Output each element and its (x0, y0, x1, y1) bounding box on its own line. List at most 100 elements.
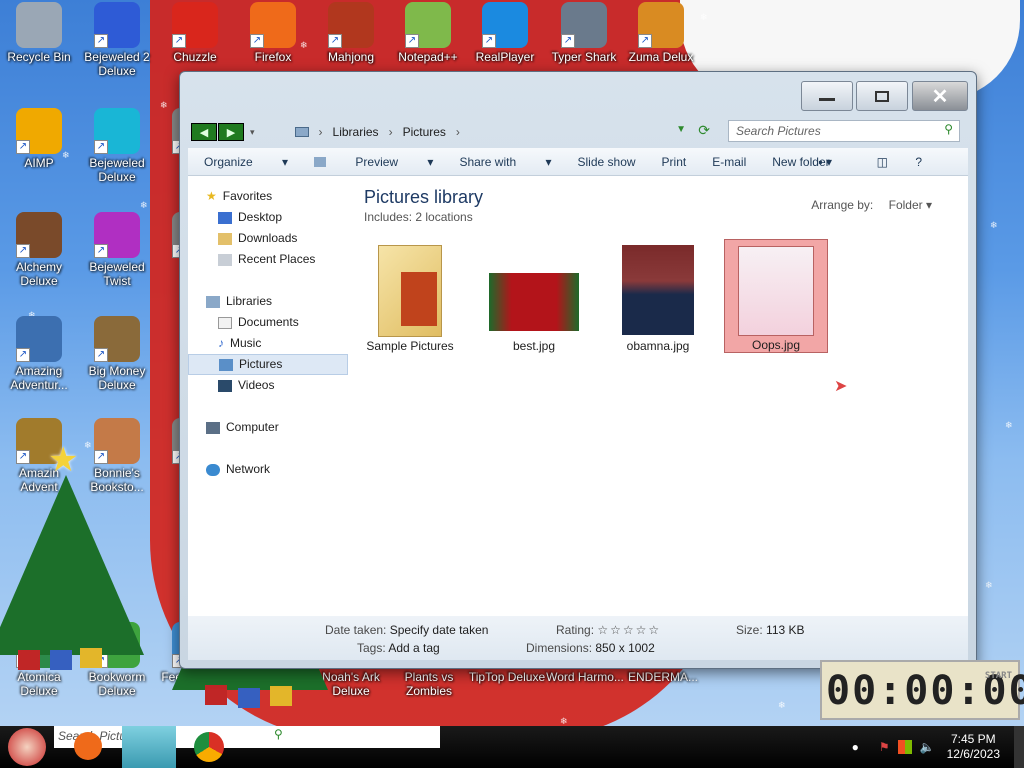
desktop-icon-label: Recycle Bin (7, 50, 71, 64)
desktop-icon-aimp[interactable]: ↗ AIMP (0, 108, 78, 170)
nav-desktop[interactable]: Desktop (188, 207, 348, 228)
explorer-body: ★ Favorites Desktop Downloads Recent Plac… (188, 176, 968, 616)
breadcrumb: › Libraries › Pictures › (294, 125, 460, 139)
desktop-icon-notepad[interactable]: ↗ Notepad++ (389, 2, 467, 64)
recent-places-icon (218, 253, 232, 266)
file-tile-oops[interactable]: Oops.jpg (724, 239, 828, 353)
desktop-icon-amazing-adventur[interactable]: ↗ Amazing Adventur... (0, 316, 78, 392)
nav-pictures[interactable]: Pictures (188, 354, 348, 375)
desktop-icon-big-money-deluxe[interactable]: ↗ Big Money Deluxe (78, 316, 156, 392)
clock-start-label[interactable]: START (985, 670, 1012, 682)
arrange-by[interactable]: Arrange by: Folder ▾ (811, 198, 932, 212)
desktop-icon-label: Typer Shark (551, 50, 617, 64)
navigation-pane: ★ Favorites Desktop Downloads Recent Plac… (188, 176, 348, 616)
desktop-icon-label: Amazing Adventur... (10, 364, 68, 392)
image-thumbnail (489, 273, 579, 331)
search-icon[interactable]: ⚲ (944, 122, 953, 136)
desktop-icon-firefox[interactable]: ↗ Firefox (234, 2, 312, 64)
desktop-icon-label: Atomica Deluxe (17, 670, 61, 698)
shortcut-arrow-icon: ↗ (405, 34, 419, 48)
email-button[interactable]: E-mail (712, 155, 746, 169)
desktop-icon-typer-shark[interactable]: ↗ Typer Shark (545, 2, 623, 64)
desktop-icon-bejeweled-2-deluxe[interactable]: ↗ Bejeweled 2 Deluxe (78, 2, 156, 78)
date-taken-value[interactable]: Specify date taken (390, 623, 489, 637)
file-tile-best[interactable]: best.jpg (482, 239, 586, 353)
rating-stars[interactable]: ☆☆☆☆☆ (597, 623, 661, 637)
app-icon: ↗ (482, 2, 528, 48)
desktop-icon-recycle-bin[interactable]: Recycle Bin (0, 2, 78, 64)
refresh-icon[interactable]: ⟳ (698, 122, 710, 139)
desktop-icon-label: Bejeweled Twist (89, 260, 145, 288)
app-icon: ↗ (561, 2, 607, 48)
firefox-taskbar-icon[interactable] (74, 732, 102, 760)
nav-libraries[interactable]: Libraries (188, 291, 348, 312)
maximize-button[interactable] (856, 81, 908, 111)
desktop-icon (218, 211, 232, 224)
desktop-icon-realplayer[interactable]: ↗ RealPlayer (466, 2, 544, 64)
nav-downloads[interactable]: Downloads (188, 228, 348, 249)
search-input[interactable]: Search Pictures ⚲ (728, 120, 960, 142)
nav-recent-places[interactable]: Recent Places (188, 249, 348, 270)
view-options-icon[interactable]: ▪ ▾ (818, 155, 832, 169)
nav-computer[interactable]: Computer (188, 417, 348, 438)
taskbar: Search Pictu ⚲ ● ⚑ 🔈 7:45 PM12/6/2023 (0, 726, 1024, 768)
app-icon: ↗ (405, 2, 451, 48)
show-desktop-button[interactable] (1014, 726, 1024, 768)
search-icon: ⚲ (274, 727, 283, 741)
desktop-icon-bejeweled-deluxe[interactable]: ↗ Bejeweled Deluxe (78, 108, 156, 184)
explorer-taskbar-icon[interactable] (122, 726, 176, 768)
desktop-icon-chuzzle[interactable]: ↗ Chuzzle (156, 2, 234, 64)
nav-network[interactable]: Network (188, 459, 348, 480)
breadcrumb-pictures[interactable]: Pictures (403, 125, 446, 139)
close-button[interactable]: ✕ (912, 81, 968, 111)
forward-button[interactable]: ▶ (218, 123, 244, 141)
desktop-icon-bejeweled-twist[interactable]: ↗ Bejeweled Twist (78, 212, 156, 288)
desktop-icon-label: Mahjong (327, 50, 375, 64)
computer-icon (206, 421, 220, 434)
clock[interactable]: 7:45 PM 12/6/2023 (947, 732, 1000, 762)
share-with-button[interactable]: Share with ▾ (459, 155, 551, 169)
start-button[interactable] (8, 728, 46, 766)
print-button[interactable]: Print (662, 155, 687, 169)
countdown-clock-widget[interactable]: 00:00:00 START (820, 660, 1024, 720)
taskbar-search[interactable]: Search Pictu ⚲ (54, 726, 440, 748)
nav-videos[interactable]: Videos (188, 375, 348, 396)
file-tile-sample-pictures[interactable]: Sample Pictures (358, 239, 462, 353)
slide-show-button[interactable]: Slide show (578, 155, 636, 169)
nav-documents[interactable]: Documents (188, 312, 348, 333)
windows-update-icon[interactable] (897, 740, 912, 754)
file-list: Pictures library Includes: 2 locations A… (358, 176, 968, 616)
organize-button[interactable]: Organize ▾ (204, 155, 288, 169)
desktop-icon-zuma-delux[interactable]: ↗ Zuma Delux (622, 2, 700, 64)
nav-favorites[interactable]: ★ Favorites (188, 186, 348, 207)
app-icon: ↗ (250, 2, 296, 48)
minimize-icon (819, 97, 835, 101)
flag-icon[interactable]: ⚑ (879, 740, 890, 754)
desktop-icon-mahjong[interactable]: ↗ Mahjong (312, 2, 390, 64)
history-dropdown-icon[interactable]: ▾ (250, 127, 255, 138)
minimize-button[interactable] (801, 81, 853, 111)
address-dropdown-icon[interactable]: ▼ (676, 124, 686, 135)
preview-pane-icon[interactable]: ◫ (877, 155, 888, 169)
help-icon[interactable]: ? (915, 155, 922, 169)
mouse-cursor-icon: ➤ (834, 378, 848, 395)
app-icon: ↗ (638, 2, 684, 48)
preview-button[interactable]: Preview ▾ (314, 155, 433, 169)
desktop-icon-label: TipTop Deluxe (468, 670, 546, 684)
library-subtitle[interactable]: Includes: 2 locations (364, 210, 473, 224)
back-button[interactable]: ◀ (191, 123, 217, 141)
breadcrumb-libraries[interactable]: Libraries (333, 125, 379, 139)
tags-value[interactable]: Add a tag (388, 641, 439, 655)
chrome-taskbar-icon[interactable] (194, 732, 224, 762)
volume-icon[interactable]: 🔈 (920, 740, 935, 754)
file-tile-obamna[interactable]: obamna.jpg (606, 239, 710, 353)
explorer-window[interactable]: ✕ ◀ ▶ ▾ › Libraries › Pictures › ▼ ⟳ Sea… (179, 71, 977, 669)
desktop-icon-alchemy-deluxe[interactable]: ↗ Alchemy Deluxe (0, 212, 78, 288)
app-icon: ↗ (94, 2, 140, 48)
desktop-icon-label: RealPlayer (475, 50, 535, 64)
details-pane: Date taken: Specify date taken Tags: Add… (188, 616, 968, 660)
app-icon: ↗ (16, 212, 62, 258)
tray-dot-icon[interactable]: ● (852, 740, 859, 754)
shortcut-arrow-icon: ↗ (16, 244, 30, 258)
nav-music[interactable]: ♪ Music (188, 333, 348, 354)
